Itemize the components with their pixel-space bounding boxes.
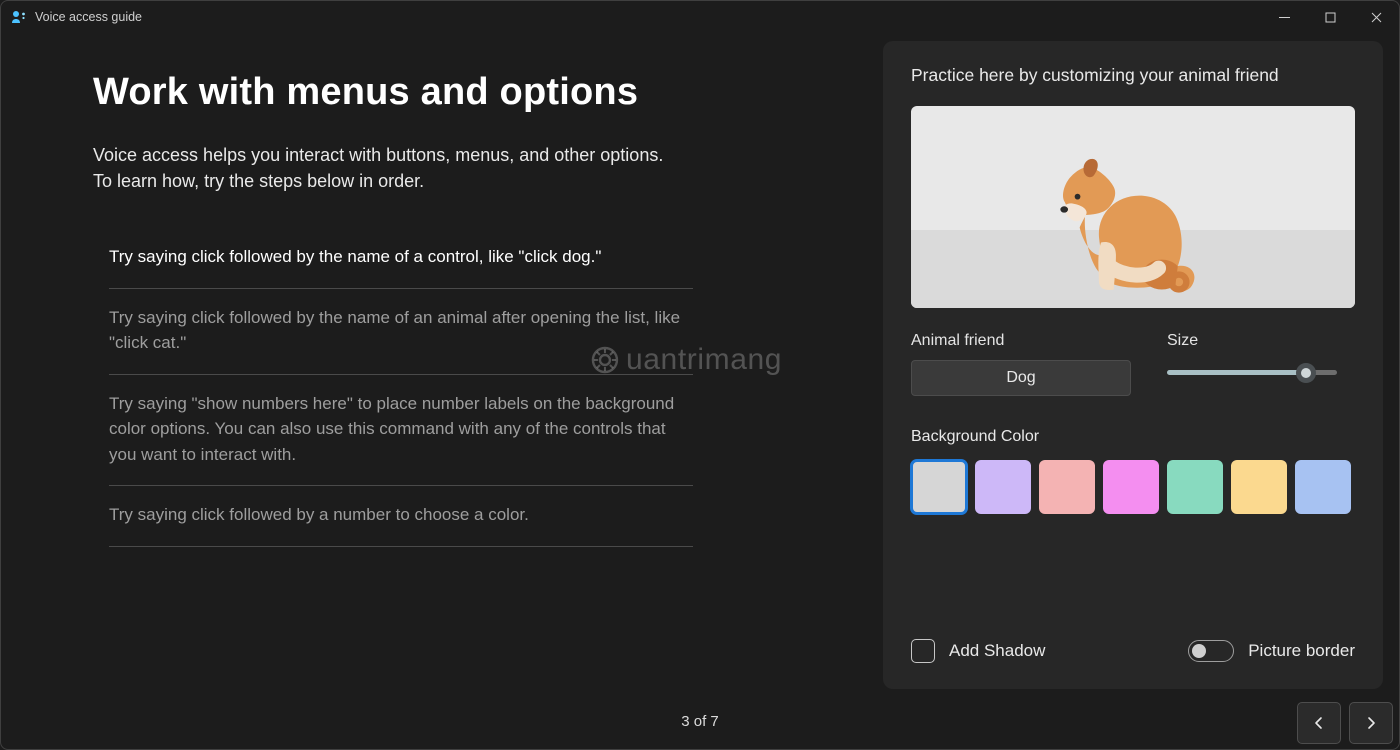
size-field: Size [1167,332,1337,375]
content-body: Work with menus and options Voice access… [17,41,1383,689]
animal-friend-value: Dog [1006,369,1035,387]
color-swatch[interactable] [1295,460,1351,514]
size-label: Size [1167,332,1337,350]
practice-panel: Practice here by customizing your animal… [883,41,1383,689]
window-controls [1261,1,1399,33]
animal-canvas [911,106,1355,308]
chevron-left-icon [1312,716,1326,730]
animal-controls-row: Animal friend Dog Size [911,332,1355,396]
color-swatch[interactable] [975,460,1031,514]
picture-border-label: Picture border [1248,641,1355,661]
picture-border-toggle[interactable] [1188,640,1234,662]
app-window: Voice access guide Work with menus and o… [0,0,1400,750]
color-swatch[interactable] [911,460,967,514]
animal-friend-label: Animal friend [911,332,1131,350]
slider-thumb[interactable] [1296,363,1316,383]
color-swatch[interactable] [1231,460,1287,514]
window-title: Voice access guide [35,10,142,24]
maximize-icon [1325,12,1336,23]
page-intro: Voice access helps you interact with but… [93,142,683,194]
prev-page-button[interactable] [1297,702,1341,744]
app-icon [11,9,27,25]
bg-color-swatches [911,460,1355,514]
slider-track [1167,370,1337,375]
close-icon [1371,12,1382,23]
color-swatch[interactable] [1103,460,1159,514]
add-shadow-label: Add Shadow [949,641,1045,661]
bg-color-label: Background Color [911,428,1355,446]
page-indicator: 3 of 7 [681,713,719,730]
step-item[interactable]: Try saying "show numbers here" to place … [109,375,693,487]
picture-border-option: Picture border [1188,640,1355,662]
animal-friend-field: Animal friend Dog [911,332,1131,396]
title-bar-left: Voice access guide [11,9,142,25]
add-shadow-option: Add Shadow [911,639,1045,663]
step-item[interactable]: Try saying click followed by a number to… [109,486,693,547]
options-row: Add Shadow Picture border [911,639,1355,663]
chevron-right-icon [1364,716,1378,730]
color-swatch[interactable] [1039,460,1095,514]
footer: 3 of 7 [1,693,1399,749]
step-list: Try saying click followed by the name of… [93,228,693,547]
color-swatch[interactable] [1167,460,1223,514]
minimize-icon [1279,12,1290,23]
next-page-button[interactable] [1349,702,1393,744]
step-item[interactable]: Try saying click followed by the name of… [109,289,693,375]
add-shadow-checkbox[interactable] [911,639,935,663]
toggle-knob [1192,644,1206,658]
size-slider[interactable] [1167,360,1337,375]
title-bar: Voice access guide [1,1,1399,33]
instruction-pane: Work with menus and options Voice access… [17,41,855,689]
minimize-button[interactable] [1261,1,1307,33]
pager-buttons [1297,702,1393,744]
animal-friend-dropdown[interactable]: Dog [911,360,1131,396]
step-item[interactable]: Try saying click followed by the name of… [109,228,693,289]
maximize-button[interactable] [1307,1,1353,33]
page-heading: Work with menus and options [93,71,855,114]
close-button[interactable] [1353,1,1399,33]
dog-illustration [1056,138,1211,298]
practice-title: Practice here by customizing your animal… [911,65,1355,86]
